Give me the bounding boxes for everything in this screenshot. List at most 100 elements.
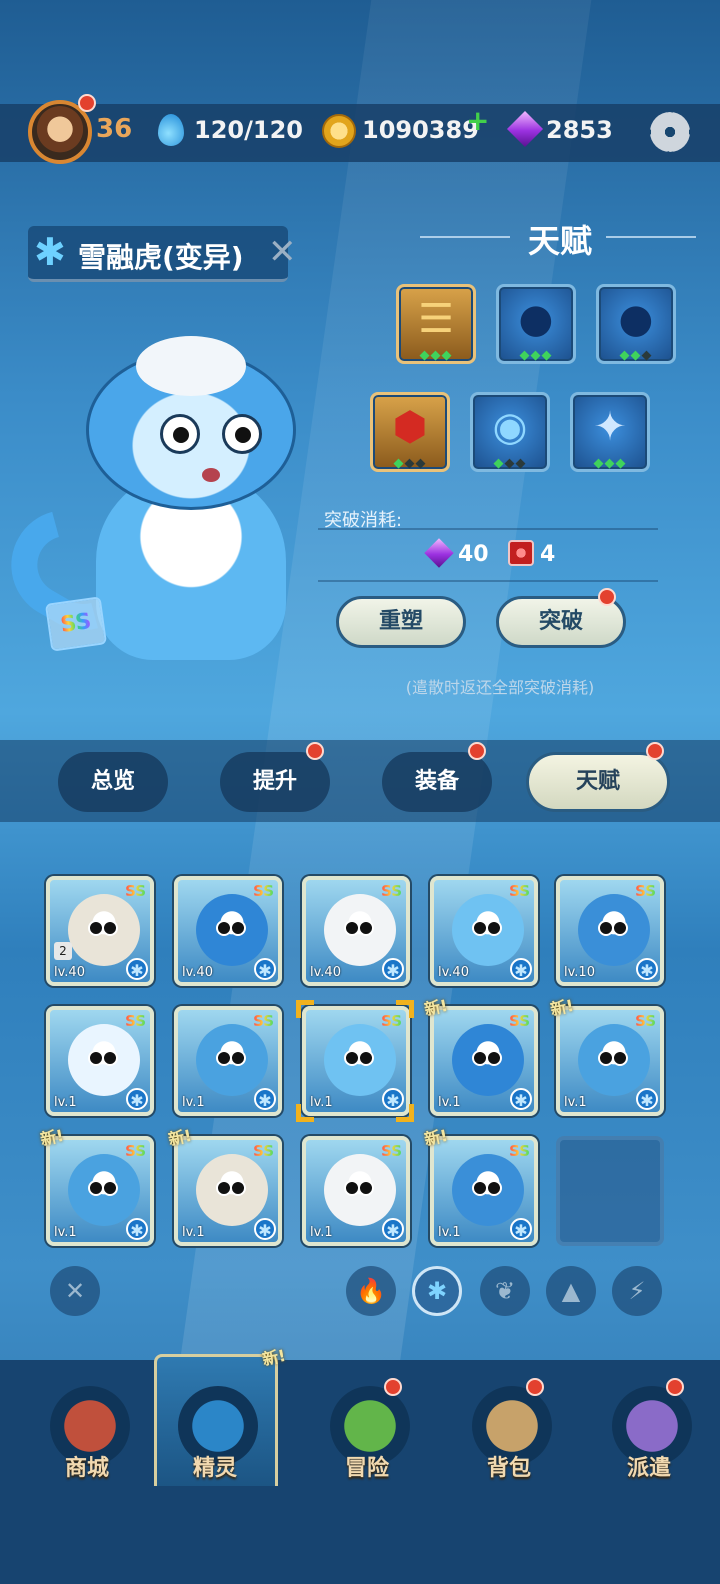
talent-slot[interactable]: ● ◆◆◆ — [496, 284, 576, 364]
pet-eyes — [598, 1050, 628, 1066]
pet-level: lv.1 — [182, 1095, 205, 1110]
new-tag: 新! — [548, 995, 576, 1020]
grade-label: SS — [635, 882, 656, 900]
pet-level: lv.40 — [438, 965, 469, 980]
nav-0[interactable]: 商城 — [32, 1380, 142, 1490]
pip-diamond: ◆ — [419, 348, 431, 363]
nav-3[interactable]: 背包 — [454, 1380, 564, 1490]
pip-diamond: ◆ — [519, 348, 531, 363]
leaf-icon[interactable]: ❦ — [480, 1266, 530, 1316]
clear-x-icon[interactable]: ✕ — [50, 1266, 100, 1316]
talent-level-pips: ◆◆◆ — [473, 457, 547, 471]
rock-icon[interactable]: ▲ — [546, 1266, 596, 1316]
pet-level: lv.40 — [54, 965, 85, 980]
talent-level-pips: ◆◆◆ — [573, 457, 647, 471]
pet-card[interactable]: SS lv.1 ✱ — [46, 1006, 154, 1116]
nav-2[interactable]: 冒险 — [312, 1380, 422, 1490]
snowflake-icon[interactable]: ✱ — [412, 1266, 462, 1316]
breakthrough-hint: (遣散时返还全部突破消耗) — [405, 678, 595, 697]
new-tag: 新! — [422, 995, 450, 1020]
tab-badge — [306, 742, 324, 760]
talent-slot[interactable]: ◉ ◆◆◆ — [470, 392, 550, 472]
grade-label: SS — [509, 882, 530, 900]
pet-card[interactable]: SS lv.40 ✱ — [174, 876, 282, 986]
pet-card[interactable]: SS lv.1 ✱ — [430, 1136, 538, 1246]
pet-eyes — [598, 920, 628, 936]
pet-eyes — [88, 1050, 118, 1066]
pet-eye-right — [222, 414, 262, 454]
grade-label: SS — [125, 1012, 146, 1030]
snowflake-icon: ✱ — [254, 958, 276, 980]
pet-card[interactable]: SS lv.1 ✱ — [430, 1006, 538, 1116]
avatar-badge — [78, 94, 96, 112]
pet-card[interactable]: SS lv.1 ✱ — [174, 1136, 282, 1246]
pet-level: lv.1 — [182, 1225, 205, 1240]
tab-3[interactable]: 天赋 — [526, 752, 670, 812]
pet-card[interactable]: SS lv.40 ✱ 2 — [46, 876, 154, 986]
pet-card[interactable]: SS lv.1 ✱ — [46, 1136, 154, 1246]
nav-label: 背包 — [486, 1456, 531, 1481]
talent-level-pips: ◆◆◆ — [399, 349, 473, 363]
grade-label: SS — [125, 1142, 146, 1160]
pet-card[interactable]: SS lv.40 ✱ — [302, 876, 410, 986]
snowflake-icon: ✱ — [126, 958, 148, 980]
grade-label: SS — [381, 1142, 402, 1160]
snowflake-icon: ✱ — [254, 1218, 276, 1240]
pip-diamond: ◆ — [430, 348, 442, 363]
talent-slot[interactable]: ⬢ ◆◆◆ — [370, 392, 450, 472]
gear-icon[interactable] — [650, 112, 690, 152]
pet-level: lv.1 — [310, 1225, 333, 1240]
blue-drop-icon: ● — [618, 296, 654, 342]
pip-diamond: ◆ — [630, 348, 642, 363]
pet-card[interactable]: SS lv.10 ✱ — [556, 876, 664, 986]
breakthrough-badge — [598, 588, 616, 606]
pet-level: lv.1 — [438, 1225, 461, 1240]
nav-4[interactable]: 派遣 — [594, 1380, 704, 1490]
new-tag: 新! — [38, 1125, 66, 1150]
pip-diamond: ◆ — [615, 456, 627, 471]
talent-slot[interactable]: ☰ ◆◆◆ — [396, 284, 476, 364]
water-drop-icon — [158, 114, 184, 146]
pet-card[interactable]: SS lv.40 ✱ — [430, 876, 538, 986]
pet-card[interactable]: SS lv.1 ✱ — [302, 1136, 410, 1246]
nav-1[interactable]: 精灵 — [160, 1380, 270, 1490]
pet-card[interactable]: SS lv.1 ✱ — [302, 1006, 410, 1116]
pet-eyes — [88, 920, 118, 936]
pet-count: 2 — [54, 942, 72, 960]
tab-1[interactable]: 提升 — [220, 752, 330, 812]
release-pet-button[interactable]: ✕ — [268, 232, 297, 272]
pet-eyes — [216, 1050, 246, 1066]
snowflake-icon: ✱ — [254, 1088, 276, 1110]
pet-level: lv.10 — [564, 965, 595, 980]
eye-icon: ◉ — [492, 404, 528, 450]
talent-slot[interactable]: ✦ ◆◆◆ — [570, 392, 650, 472]
talent-title: 天赋 — [527, 222, 592, 260]
pip-diamond: ◆ — [604, 456, 616, 471]
tab-0[interactable]: 总览 — [58, 752, 168, 812]
pet-level: lv.1 — [564, 1095, 587, 1110]
snowflake-icon: ✱ — [510, 958, 532, 980]
add-coins-button[interactable]: + — [466, 104, 489, 137]
pip-diamond: ◆ — [619, 348, 631, 363]
nav-label: 冒险 — [344, 1456, 389, 1481]
reshape-button[interactable]: 重塑 — [336, 596, 466, 648]
grade-badge: SS — [44, 596, 108, 652]
pet-card[interactable]: SS lv.1 ✱ — [174, 1006, 282, 1116]
talent-slot[interactable]: ● ◆◆◆ — [596, 284, 676, 364]
grade-label: SS — [635, 1012, 656, 1030]
pet-card[interactable]: SS lv.1 ✱ — [556, 1006, 664, 1116]
snowflake-icon: ✱ — [126, 1088, 148, 1110]
fire-icon[interactable]: 🔥 — [346, 1266, 396, 1316]
pet-name: 雪融虎(变异) — [78, 241, 244, 274]
lightning-icon[interactable]: ⚡ — [612, 1266, 662, 1316]
nav-label: 商城 — [64, 1456, 109, 1481]
grade-label: SS — [509, 1142, 530, 1160]
tab-2[interactable]: 装备 — [382, 752, 492, 812]
pet-eyes — [216, 920, 246, 936]
stamina-value: 120/120 — [194, 116, 303, 144]
gold-stack-icon: ☰ — [418, 296, 454, 342]
pet-eyes — [472, 1180, 502, 1196]
pet-eyes — [344, 1050, 374, 1066]
pip-diamond: ◆ — [415, 456, 427, 471]
nav-badge — [666, 1378, 684, 1396]
